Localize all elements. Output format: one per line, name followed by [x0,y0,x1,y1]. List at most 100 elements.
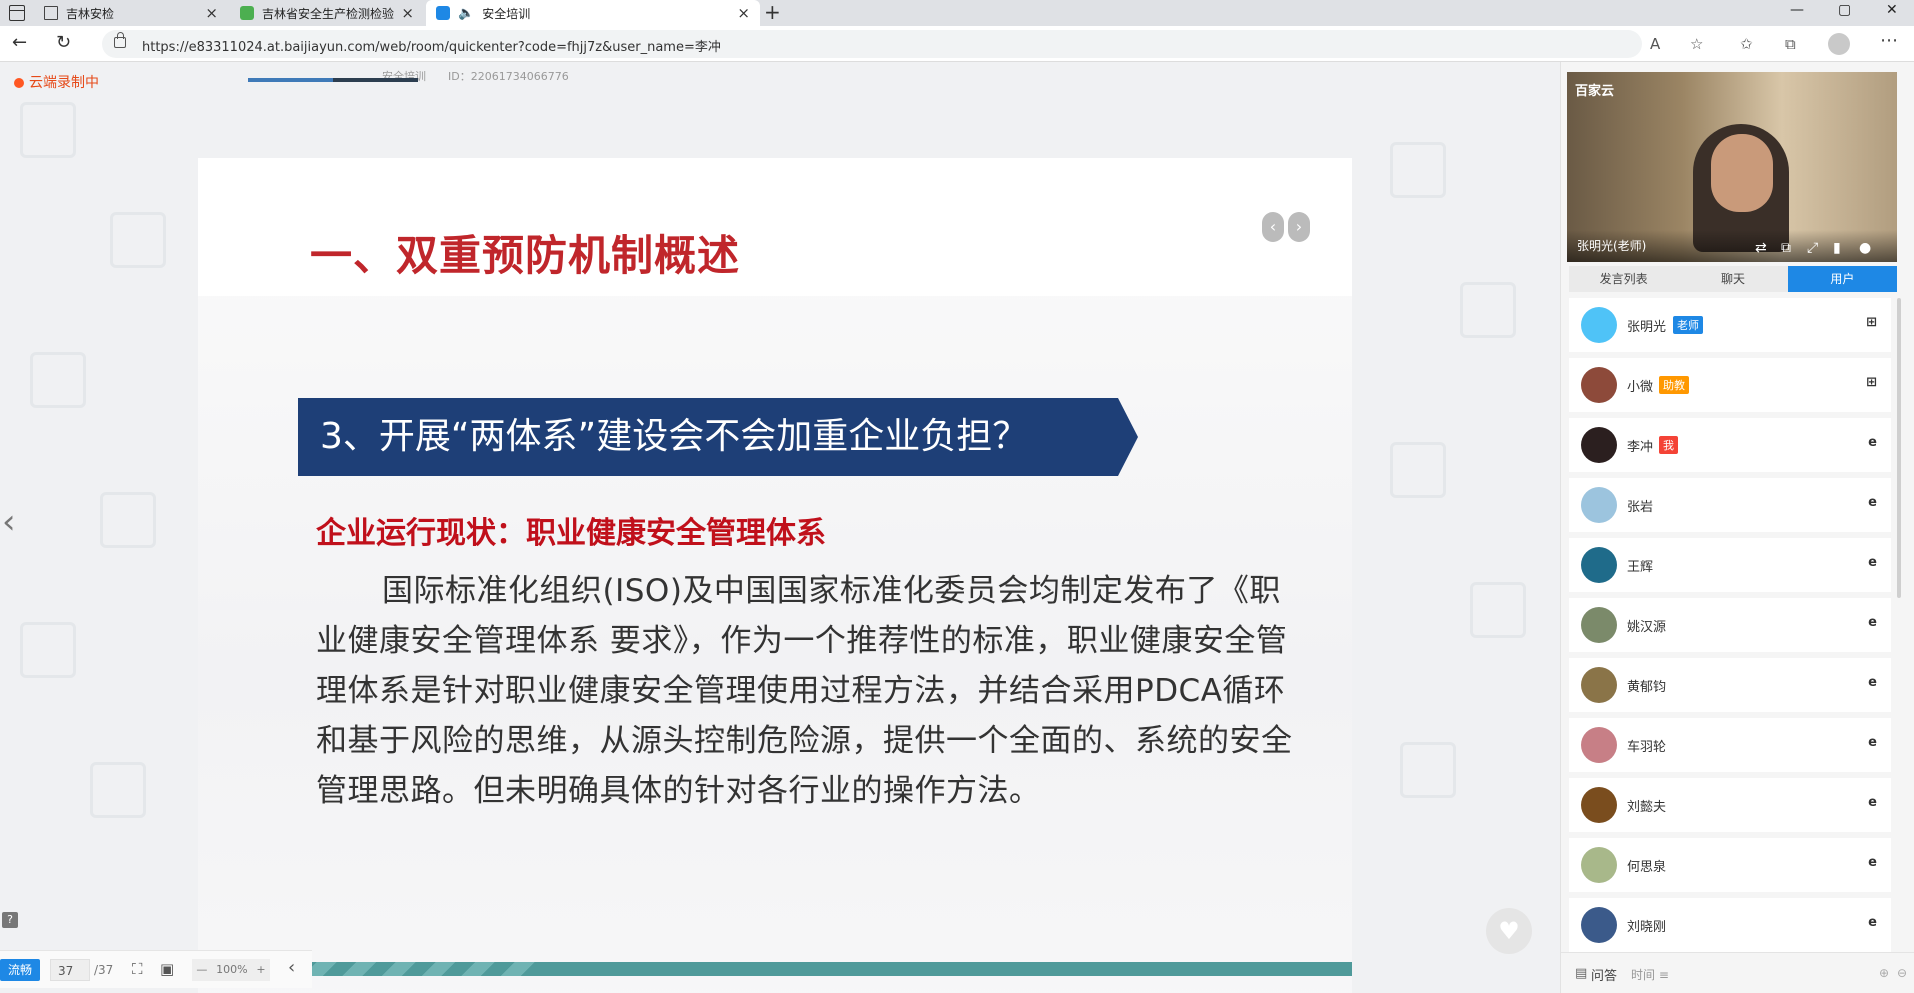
slide-next-button[interactable]: › [1288,212,1310,242]
tab-chat[interactable]: 聊天 [1678,266,1787,292]
user-avatar [1581,367,1617,403]
close-tab-icon[interactable]: × [205,4,218,22]
user-name: 姚汉源 [1627,620,1667,635]
page-number-input[interactable]: 37 [50,959,90,981]
minimize-button[interactable]: — [1790,2,1804,18]
user-list: 张明光 老师 ⊞ 小微 助教 ⊞ 李冲我 e 张岩 e 王辉 e 姚汉源 e 黄郁钧 e 车羽轮 e 刘懿夫 e 何思泉… [1569,298,1891,970]
user-list-item[interactable]: 何思泉 e [1569,838,1891,892]
zoom-control: — 100% + [192,959,270,981]
qa-label[interactable]: 问答 [1591,965,1617,984]
user-list-item[interactable]: 刘晓刚 e [1569,898,1891,952]
refresh-icon[interactable]: ↻ [56,32,71,53]
slide-paragraph: 国际标准化组织(ISO)及中国国家标准化委员会均制定发布了《职业健康安全管理体系… [316,573,1293,809]
background-pattern-icon [30,352,86,408]
user-list-item[interactable]: 姚汉源 e [1569,598,1891,652]
qa-refresh-icon[interactable]: ⊕ [1879,966,1889,980]
like-button[interactable]: ♥ [1486,908,1532,954]
slide-header: 一、双重预防机制概述 ‹ › [198,158,1352,296]
profile-avatar[interactable] [1828,33,1850,55]
background-pattern-icon [100,492,156,548]
tab-speak-list[interactable]: 发言列表 [1569,266,1678,292]
page-total: /37 [94,963,114,977]
teacher-video[interactable]: 百家云 张明光(老师) ⇄ ⧉ ⤢ ▮ ● [1567,72,1897,262]
browser-client-icon: e [1868,435,1877,450]
qa-sort-button[interactable]: 时间 ≡ [1631,966,1669,983]
url-field[interactable]: https://e83311024.at.baijiayun.com/web/r… [102,30,1642,58]
back-arrow-icon[interactable]: ← [12,32,27,53]
help-icon[interactable]: ? [2,912,18,928]
background-pattern-icon [1460,282,1516,338]
tab-actions-icon[interactable] [9,5,25,21]
tab-title: 吉林省安全生产检测检验中心有 [262,6,395,21]
stream-quality-button[interactable]: 流畅 [0,959,40,981]
browser-client-icon: e [1868,795,1877,810]
slide-prev-button[interactable]: ‹ [1262,212,1284,242]
page-icon [44,6,58,20]
favorites-icon[interactable]: ✩ [1740,35,1753,53]
browser-tab-3-active[interactable]: 🔈 安全培训 × [426,0,760,26]
close-window-button[interactable]: ✕ [1886,2,1898,18]
user-list-item[interactable]: 王辉 e [1569,538,1891,592]
collections-icon[interactable]: ⧉ [1785,35,1796,53]
user-list-item[interactable]: 李冲我 e [1569,418,1891,472]
user-avatar [1581,547,1617,583]
more-options-icon[interactable]: ⋯ [1880,30,1898,51]
user-avatar [1581,667,1617,703]
user-avatar [1581,847,1617,883]
address-bar: ← ↻ https://e83311024.at.baijiayun.com/w… [0,26,1914,62]
user-avatar [1581,907,1617,943]
browser-tab-bar: 吉林安检 × 吉林省安全生产检测检验中心有 × 🔈 安全培训 × + — ▢ ✕ [0,0,1914,26]
close-tab-icon[interactable]: × [737,4,750,22]
lock-icon[interactable] [114,32,126,48]
expand-video-icon[interactable]: ⤢ [1807,240,1818,256]
browser-client-icon: e [1868,555,1877,570]
add-favorite-icon[interactable]: ☆ [1690,35,1703,53]
new-tab-button[interactable]: + [764,0,781,24]
user-list-item[interactable]: 刘懿夫 e [1569,778,1891,832]
close-tab-icon[interactable]: × [401,4,414,22]
background-pattern-icon [1400,742,1456,798]
user-list-item[interactable]: 张岩 e [1569,478,1891,532]
tab-users[interactable]: 用户 [1787,266,1897,292]
slide-tab-indicator [248,78,418,82]
url-text[interactable]: https://e83311024.at.baijiayun.com/web/r… [142,36,721,55]
windows-client-icon: ⊞ [1866,315,1877,330]
browser-tab-2[interactable]: 吉林省安全生产检测检验中心有 × [230,0,424,26]
browser-client-icon: e [1868,615,1877,630]
fit-screen-icon[interactable]: ⛶ [132,960,143,978]
qa-settings-icon[interactable]: ⊖ [1897,966,1907,980]
zoom-in-button[interactable]: + [256,959,265,981]
tab-title: 吉林安检 [66,6,115,21]
speaker-icon[interactable]: 🔈 [458,6,474,21]
popout-video-icon[interactable]: ⧉ [1781,240,1791,256]
user-name: 李冲 [1627,440,1654,455]
fullscreen-icon[interactable]: ▣ [160,960,174,978]
slide-banner: 3、开展“两体系”建设会不会加重企业负担？ [298,398,1138,476]
user-role-badge: 助教 [1659,376,1689,394]
browser-client-icon: e [1868,735,1877,750]
teacher-face [1711,134,1773,212]
user-role-badge: 老师 [1673,316,1703,334]
microphone-icon[interactable]: ● [1859,240,1871,256]
collapse-left-panel-icon[interactable]: ‹ [2,502,16,542]
slide-title: 一、双重预防机制概述 [310,231,741,280]
background-pattern-icon [1470,582,1526,638]
read-aloud-icon[interactable]: A [1650,35,1660,53]
maximize-button[interactable]: ▢ [1838,2,1851,18]
switch-camera-icon[interactable]: ⇄ [1755,240,1767,256]
user-list-item[interactable]: 小微 助教 ⊞ [1569,358,1891,412]
user-name: 张明光 [1627,320,1667,335]
user-list-scrollbar[interactable] [1897,298,1901,598]
collapse-toolbar-icon[interactable]: ‹ [288,957,295,978]
user-list-item[interactable]: 车羽轮 e [1569,718,1891,772]
user-avatar [1581,607,1617,643]
zoom-out-button[interactable]: — [196,959,207,981]
signal-strength-icon: ▮ [1833,240,1841,256]
qa-bar: ▤ 问答 时间 ≡ ⊕ ⊖ [1561,952,1914,993]
zoom-level: 100% [216,963,248,976]
slide-footer-strip [198,962,1352,976]
baijiayun-logo: 百家云 [1575,84,1615,99]
user-list-item[interactable]: 黄郁钧 e [1569,658,1891,712]
browser-tab-1[interactable]: 吉林安检 × [34,0,228,26]
user-list-item[interactable]: 张明光 老师 ⊞ [1569,298,1891,352]
